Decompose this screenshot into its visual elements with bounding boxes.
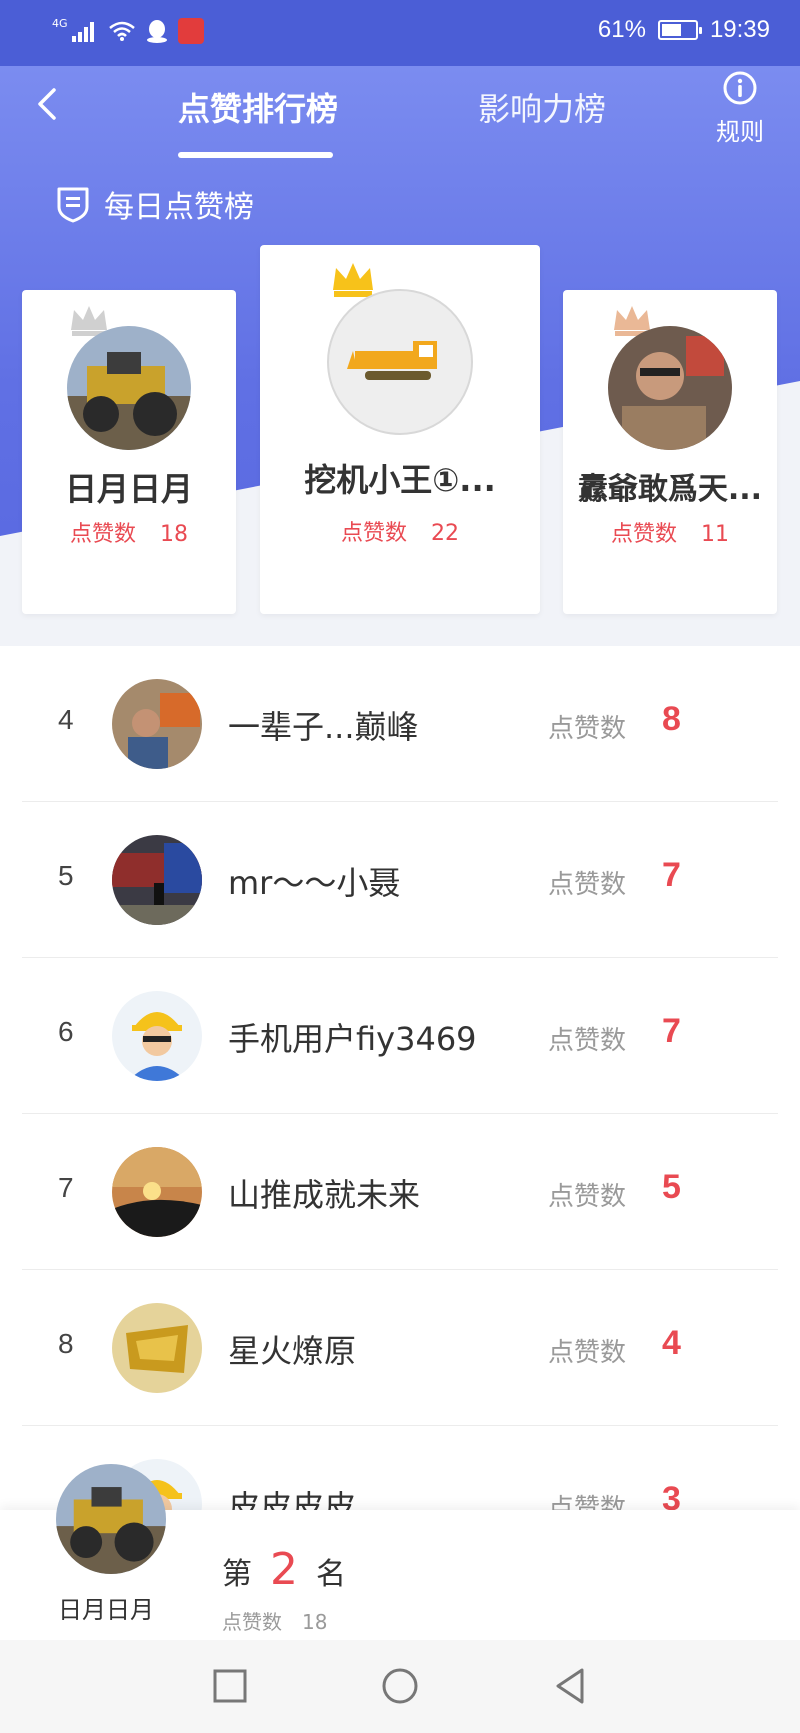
avatar xyxy=(327,289,473,435)
status-right: 61% 19:39 xyxy=(598,16,770,44)
podium-card-second[interactable]: 日月日月 点赞数 18 xyxy=(22,290,236,614)
user-name: 星火燎原 xyxy=(228,1332,357,1370)
shield-icon xyxy=(57,187,89,223)
my-name: 日月日月 xyxy=(58,1596,154,1624)
likes-label: 点赞数 xyxy=(69,522,136,547)
rank-number: 6 xyxy=(58,1016,74,1047)
huawei-app-icon xyxy=(177,18,204,44)
likes-count: 22 xyxy=(431,521,459,546)
podium-likes: 点赞数 22 xyxy=(260,515,540,547)
rules-button[interactable]: 规则 xyxy=(710,70,770,147)
user-name: mr～～小聂 xyxy=(228,864,401,902)
wifi-icon xyxy=(108,21,135,41)
likes-count: 7 xyxy=(662,856,681,894)
battery-percent: 61% xyxy=(597,16,646,43)
podium-likes: 点赞数 18 xyxy=(22,516,236,548)
daily-ranking-label: 每日点赞榜 xyxy=(104,190,254,225)
system-nav-bar xyxy=(0,1640,800,1733)
my-avatar xyxy=(56,1464,166,1574)
likes-count: 11 xyxy=(701,522,729,547)
likes-label: 点赞数 xyxy=(548,1026,627,1056)
likes-count: 4 xyxy=(662,1324,681,1362)
list-item[interactable]: 8 星火燎原 点赞数 4 xyxy=(22,1270,778,1426)
status-bar: 4G 61% 19:39 xyxy=(0,0,800,66)
network-type: 4G xyxy=(52,16,68,30)
recents-square-icon[interactable] xyxy=(210,1666,250,1706)
signal-icon xyxy=(71,22,94,42)
rank-number: 4 xyxy=(58,704,74,735)
user-name: 山推成就未来 xyxy=(228,1176,421,1214)
qq-notification-icon xyxy=(146,20,167,43)
likes-count: 18 xyxy=(160,522,188,547)
podium-card-first[interactable]: 挖机小王①... 点赞数 22 xyxy=(260,245,540,614)
likes-count: 7 xyxy=(662,1012,681,1050)
battery-fill xyxy=(661,24,682,36)
back-arrow-icon[interactable] xyxy=(28,84,68,124)
tab-influence-ranking[interactable]: 影响力榜 xyxy=(478,84,606,130)
tab-likes-ranking[interactable]: 点赞排行榜 xyxy=(178,84,338,130)
battery-icon xyxy=(657,20,702,40)
rank-number: 8 xyxy=(58,1328,74,1359)
rank-number: 7 xyxy=(58,1172,74,1203)
daily-ranking-title: 每日点赞榜 xyxy=(56,182,254,226)
home-circle-icon[interactable] xyxy=(380,1666,420,1706)
likes-count: 18 xyxy=(302,1610,328,1634)
likes-label: 点赞数 xyxy=(222,1610,282,1634)
user-name: 一辈子...巅峰 xyxy=(228,708,419,746)
gold-crown-icon xyxy=(333,263,373,297)
likes-label: 点赞数 xyxy=(548,1338,627,1368)
clock: 19:39 xyxy=(709,16,770,43)
podium-card-third[interactable]: 纛爺敢爲天... 点赞数 11 xyxy=(563,290,777,614)
info-icon xyxy=(723,71,757,105)
avatar xyxy=(112,679,202,769)
podium-likes: 点赞数 11 xyxy=(563,516,777,548)
avatar xyxy=(112,1147,202,1237)
rank-number: 5 xyxy=(58,860,74,891)
rules-label: 规则 xyxy=(716,118,764,146)
avatar xyxy=(67,326,191,450)
list-item[interactable]: 6 手机用户fiy3469 点赞数 7 xyxy=(22,958,778,1114)
rank-prefix: 第 xyxy=(222,1557,252,1592)
active-tab-indicator xyxy=(178,152,333,158)
my-rank-bar: 日月日月 第 2 名 点赞数 18 xyxy=(0,1464,800,1640)
avatar xyxy=(608,326,732,450)
podium-name: 日月日月 xyxy=(64,470,193,508)
likes-count: 5 xyxy=(662,1168,681,1206)
likes-label: 点赞数 xyxy=(340,521,407,546)
status-icons: 4G xyxy=(52,16,204,44)
likes-label: 点赞数 xyxy=(548,870,627,900)
back-triangle-icon[interactable] xyxy=(550,1666,590,1706)
avatar xyxy=(112,991,202,1081)
my-rank-position: 第 2 名 xyxy=(222,1544,346,1595)
list-item[interactable]: 4 一辈子...巅峰 点赞数 8 xyxy=(22,646,778,802)
likes-label: 点赞数 xyxy=(610,522,677,547)
avatar xyxy=(112,835,202,925)
podium-name: 纛爺敢爲天... xyxy=(577,472,763,507)
my-likes: 点赞数 18 xyxy=(222,1606,327,1635)
list-item[interactable]: 5 mr～～小聂 点赞数 7 xyxy=(22,802,778,958)
rank-suffix: 名 xyxy=(316,1557,346,1592)
podium-name: 挖机小王①... xyxy=(304,461,496,499)
my-rank-number: 2 xyxy=(270,1544,298,1595)
avatar xyxy=(112,1303,202,1393)
likes-count: 8 xyxy=(662,700,681,738)
likes-label: 点赞数 xyxy=(548,714,627,744)
list-item[interactable]: 7 山推成就未来 点赞数 5 xyxy=(22,1114,778,1270)
likes-label: 点赞数 xyxy=(548,1182,627,1212)
user-name: 手机用户fiy3469 xyxy=(228,1020,477,1058)
